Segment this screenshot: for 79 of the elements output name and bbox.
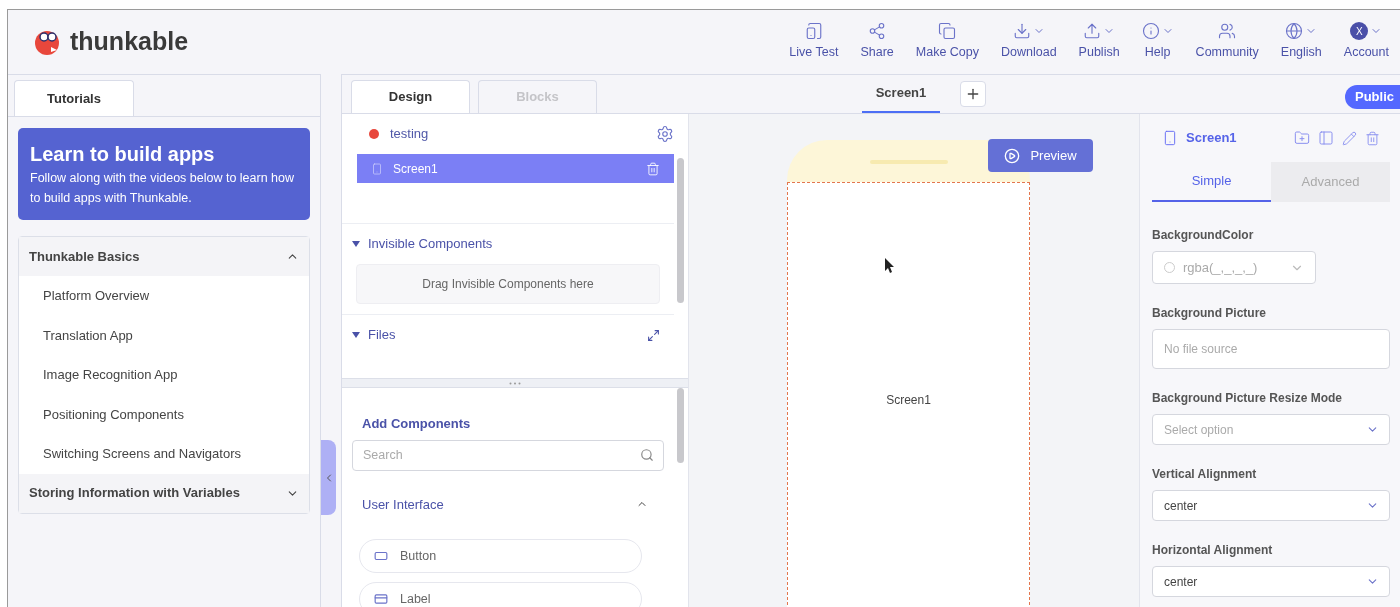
tab[interactable]: Design (351, 80, 470, 113)
banner-title: Learn to build apps (30, 142, 216, 166)
toolbar-button[interactable]: Help (1130, 10, 1185, 74)
phone-icon (804, 22, 823, 41)
add-screen-button[interactable] (960, 81, 986, 107)
component-item[interactable]: Button (359, 539, 642, 573)
pencil-icon[interactable] (1342, 130, 1357, 146)
toolbar-button[interactable]: Download (990, 10, 1068, 74)
tutorial-link[interactable]: Switching Screens and Navigators (19, 434, 309, 474)
component-title: Screen1 (1186, 129, 1237, 148)
trash-icon[interactable] (1365, 130, 1380, 146)
avatar: X (1350, 22, 1369, 41)
tutorial-link[interactable]: Positioning Components (19, 394, 309, 434)
field-label: Background Picture Resize Mode (1152, 390, 1344, 407)
layout-icon[interactable] (1318, 130, 1334, 146)
toolbar-button[interactable]: Share (849, 10, 905, 74)
resize-handle[interactable] (342, 378, 688, 388)
toolbar-button[interactable]: Make Copy (904, 10, 990, 74)
info-icon (1141, 22, 1160, 41)
tutorial-link[interactable]: Platform Overview (19, 276, 309, 316)
label-shape-icon (372, 592, 390, 606)
folder-plus-icon[interactable] (1294, 130, 1310, 146)
accordion-header[interactable]: Thunkable Basics (19, 237, 309, 276)
select-field[interactable]: center (1152, 566, 1390, 597)
triangle-icon[interactable] (352, 241, 360, 247)
section-title: Invisible Components (368, 235, 493, 254)
scrollbar[interactable] (677, 388, 684, 463)
screen-label: Screen1 (886, 392, 931, 407)
phone-icon (371, 161, 383, 176)
tutorial-link[interactable]: Image Recognition App (19, 355, 309, 395)
phone-icon (1162, 129, 1178, 147)
people-icon (1218, 22, 1237, 41)
file-field[interactable]: No file source (1152, 329, 1390, 369)
logo-icon (368, 128, 380, 140)
field-label: Background Picture (1152, 305, 1268, 322)
settings-icon[interactable] (656, 125, 674, 143)
section-title: Files (368, 326, 396, 345)
button-shape-icon (372, 549, 390, 563)
section-title: Add Components (361, 415, 472, 433)
scrollbar[interactable] (677, 158, 684, 303)
color-field[interactable]: rgba(_,_,_,_) (1152, 251, 1316, 284)
collapse-tab[interactable] (321, 440, 336, 515)
tutorial-link[interactable]: Translation App (19, 315, 309, 355)
search-field[interactable]: Search (352, 439, 664, 471)
category-title: User Interface (362, 495, 444, 514)
toolbar-button[interactable]: Publish (1067, 10, 1131, 74)
expand-icon[interactable] (647, 328, 660, 342)
toolbar-button[interactable]: English (1269, 10, 1333, 74)
dots-icon (509, 381, 521, 385)
copy-icon (938, 22, 957, 41)
app-logo-text: thunkable (70, 26, 189, 58)
field-label: BackgroundColor (1152, 227, 1255, 244)
project-name: testing (390, 125, 429, 144)
share-icon (868, 22, 887, 41)
toolbar-button[interactable]: X Account (1332, 10, 1400, 74)
cursor-icon (885, 258, 895, 273)
screen-area[interactable]: Screen1 (787, 182, 1030, 607)
upload-icon (1083, 22, 1102, 41)
field-label: Horizontal Alignment (1152, 542, 1274, 559)
field-label: Vertical Alignment (1152, 466, 1258, 483)
accordion-header[interactable]: Storing Information with Variables (19, 473, 309, 513)
component-item[interactable]: Label (359, 582, 642, 607)
preview-button[interactable]: Preview (988, 139, 1093, 172)
play-icon (1004, 147, 1021, 164)
tab[interactable]: Tutorials (14, 80, 134, 116)
select-field[interactable]: center (1152, 490, 1390, 521)
globe-icon (1285, 22, 1304, 41)
screen-row[interactable]: Screen1 (357, 154, 674, 183)
trash-icon[interactable] (646, 161, 660, 176)
triangle-icon[interactable] (352, 332, 360, 338)
toolbar-button[interactable]: Community (1184, 10, 1270, 74)
download-icon (1012, 22, 1031, 41)
plus-icon (965, 86, 981, 102)
search-icon (640, 447, 654, 462)
visibility-badge[interactable]: Public (1345, 85, 1400, 109)
toolbar-button[interactable]: Live Test (778, 10, 850, 74)
drop-zone: Drag Invisible Components here (356, 264, 660, 304)
select-field[interactable]: Select option (1152, 414, 1390, 445)
banner-text: Follow along with the videos below to learn how to build apps with Thunkable. (30, 170, 296, 207)
